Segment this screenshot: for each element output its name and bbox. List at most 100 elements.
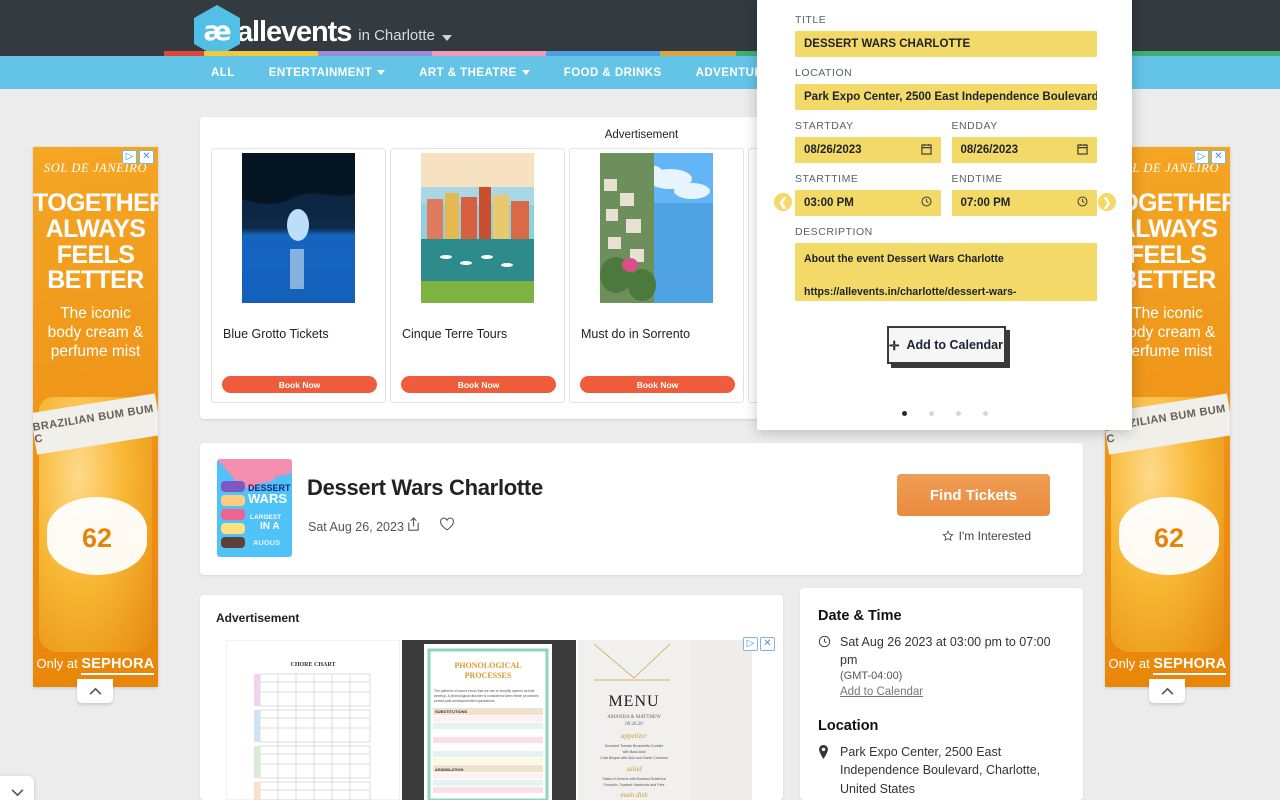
carousel-dot[interactable]: [928, 411, 934, 416]
svg-text:Pumpkin, Toasted Hazelnuts and: Pumpkin, Toasted Hazelnuts and Feta: [604, 783, 665, 787]
close-ad-icon[interactable]: ✕: [1211, 150, 1226, 164]
heart-icon[interactable]: [439, 517, 454, 532]
add-to-calendar-label: Add to Calendar: [906, 338, 1004, 352]
startday-input[interactable]: 08/26/2023: [795, 137, 941, 163]
carousel-prev-arrow[interactable]: ❮: [774, 193, 792, 211]
ad-thumbnail-phonological-processes[interactable]: PHONOLOGICAL PROCESSES The patterns of s…: [402, 640, 576, 800]
nav-item-all[interactable]: ALL: [194, 67, 252, 79]
starttime-input[interactable]: 03:00 PM: [795, 190, 941, 216]
star-icon: [942, 530, 954, 541]
side-ad-product-label: 62: [1119, 497, 1219, 575]
ad-thumbnail-wedding-menu[interactable]: MENU AMANDA & MATTHEW 09.26.20 appetizer…: [578, 640, 752, 800]
bottom-ad-badges: ▷ ✕: [743, 637, 775, 651]
description-textarea[interactable]: [795, 243, 1097, 301]
calendar-icon[interactable]: [920, 143, 932, 158]
close-ad-icon[interactable]: ✕: [760, 637, 775, 651]
side-ad-footer-prefix: Only at: [36, 656, 82, 671]
endday-field-label: ENDDAY: [951, 120, 998, 132]
strip-segment-5: [660, 51, 737, 56]
find-tickets-button[interactable]: Find Tickets: [897, 474, 1050, 516]
strip-segment-4: [546, 51, 661, 56]
chevron-down-icon: [11, 788, 24, 796]
strip-segment-2: [317, 51, 433, 56]
location-field-label: LOCATION: [795, 67, 853, 79]
plus-icon: ✛: [888, 338, 900, 353]
location-input[interactable]: Park Expo Center, 2500 East Independence…: [795, 84, 1097, 110]
clock-icon[interactable]: [921, 196, 932, 210]
close-ad-icon[interactable]: ✕: [139, 150, 154, 164]
side-ad-footer-brand: SEPHORA: [81, 656, 155, 675]
side-ad-product-label: 62: [47, 497, 147, 575]
startday-value: 08/26/2023: [804, 144, 862, 156]
svg-text:main dish: main dish: [620, 791, 648, 799]
left-ad-collapse-button[interactable]: [77, 679, 113, 703]
strip-segment-1: [203, 51, 318, 56]
ad-card[interactable]: Cinque Terre Tours Book Now: [390, 148, 565, 403]
clock-icon[interactable]: [1077, 196, 1088, 210]
svg-text:Sundried Tomato Bruschetta Cro: Sundried Tomato Bruschetta Crostini: [605, 744, 664, 748]
nav-item-label: FOOD & DRINKS: [563, 66, 662, 79]
title-input[interactable]: DESSERT WARS CHARLOTTE: [795, 31, 1097, 57]
chevron-down-icon: [521, 70, 530, 75]
svg-text:salad: salad: [626, 765, 642, 773]
svg-text:Salad of Greens with Roasted B: Salad of Greens with Roasted Butternut: [602, 777, 665, 781]
side-ad-product-number: 62: [81, 523, 113, 553]
endtime-value: 07:00 PM: [960, 197, 1011, 209]
bottom-advertisement-panel: Advertisement CHORE CHART PHONOLOGICAL P…: [200, 595, 783, 800]
nav-item-label: ART & THEATRE: [419, 66, 517, 79]
logo-city-label: in Charlotte: [358, 26, 435, 44]
timezone-label: (GMT-04:00): [840, 670, 903, 683]
svg-text:persist past developmental exp: persist past developmental expectations.: [434, 699, 495, 703]
svg-text:Crab Bisque with Aioli and Gar: Crab Bisque with Aioli and Garlic Crouto…: [600, 756, 668, 760]
chevron-up-icon: [89, 687, 101, 695]
date-time-row: Sat Aug 26 2023 at 03:00 pm to 07:00 pm: [818, 633, 1065, 669]
share-icon[interactable]: [406, 517, 421, 532]
add-to-calendar-button[interactable]: ✛ Add to Calendar: [886, 326, 1006, 364]
carousel-next-arrow[interactable]: ❯: [1098, 193, 1116, 211]
carousel-dot[interactable]: [901, 411, 907, 416]
chevron-down-icon[interactable]: [441, 35, 452, 41]
endday-input[interactable]: 08/26/2023: [951, 137, 1097, 163]
side-ad-subline: The iconic body cream & perfume mist: [47, 305, 144, 360]
calendar-icon[interactable]: [1077, 143, 1088, 158]
nav-item-food-drinks[interactable]: FOOD & DRINKS: [547, 67, 679, 79]
adchoices-icon[interactable]: ▷: [1194, 150, 1209, 164]
endday-value: 08/26/2023: [960, 144, 1019, 156]
event-thumbnail[interactable]: DESSERT WARS LARGEST IN A AUGUS: [217, 459, 292, 557]
book-now-button[interactable]: Book Now: [222, 376, 377, 393]
side-ad-footer-prefix: Only at: [1108, 656, 1154, 671]
allevents-logo-icon: æ: [194, 5, 240, 57]
startday-field-label: STARTDAY: [795, 120, 854, 132]
svg-text:PROCESSES: PROCESSES: [465, 671, 512, 680]
svg-text:develop. A phonological disord: develop. A phonological disorder is cons…: [434, 694, 539, 698]
ad-thumbnail-chore-chart[interactable]: CHORE CHART: [226, 640, 400, 800]
svg-text:09.26.20: 09.26.20: [625, 722, 643, 727]
ad-card-title: Must do in Sorrento: [581, 327, 691, 341]
carousel-dot[interactable]: [955, 411, 961, 416]
add-to-calendar-link[interactable]: Add to Calendar: [840, 686, 923, 698]
svg-text:PHONOLOGICAL: PHONOLOGICAL: [454, 661, 521, 670]
svg-text:SUBSTITUTIONS: SUBSTITUTIONS: [435, 709, 468, 714]
svg-text:with Basil Aioli: with Basil Aioli: [623, 750, 646, 754]
svg-text:AUGUS: AUGUS: [253, 538, 280, 547]
endtime-input[interactable]: 07:00 PM: [951, 190, 1097, 216]
bottom-left-collapse-tab[interactable]: [0, 776, 34, 800]
right-ad-collapse-button[interactable]: [1149, 679, 1185, 703]
nav-item-entertainment[interactable]: ENTERTAINMENT: [252, 67, 402, 79]
bottom-ad-images[interactable]: CHORE CHART PHONOLOGICAL PROCESSES The p…: [226, 640, 752, 800]
side-ad-band-text: BRAZILIAN BUM BUM C: [33, 393, 158, 455]
side-ad-body: SOL DE JANEIRO TOGETHER ALWAYS FEELS BETTE…: [33, 147, 158, 687]
map-pin-icon: [818, 745, 831, 764]
endtime-field-label: ENDTIME: [951, 173, 1003, 185]
svg-text:appetizer: appetizer: [621, 732, 647, 740]
adchoices-icon[interactable]: ▷: [743, 637, 758, 651]
nav-item-art-theatre[interactable]: ART & THEATRE: [402, 67, 547, 79]
carousel-dot[interactable]: [982, 411, 988, 416]
book-now-button[interactable]: Book Now: [401, 376, 556, 393]
left-side-advertisement[interactable]: SOL DE JANEIRO TOGETHER ALWAYS FEELS BETTE…: [33, 147, 158, 687]
ad-card[interactable]: Must do in Sorrento Book Now: [569, 148, 744, 403]
im-interested-button[interactable]: I'm Interested: [942, 529, 1031, 543]
adchoices-icon[interactable]: ▷: [122, 150, 137, 164]
book-now-button[interactable]: Book Now: [580, 376, 735, 393]
ad-card[interactable]: Blue Grotto Tickets Book Now: [211, 148, 386, 403]
